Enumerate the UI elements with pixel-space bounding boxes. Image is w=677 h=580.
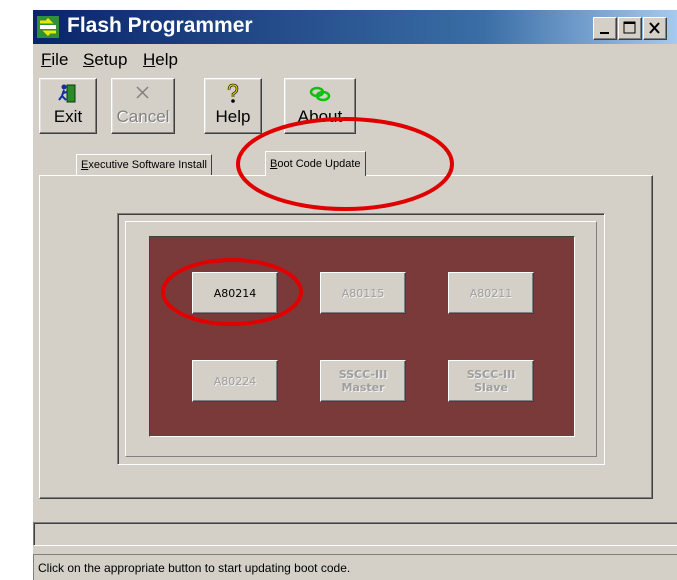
maximize-icon (623, 21, 636, 34)
minimize-button[interactable] (593, 17, 617, 40)
cancel-button[interactable]: Cancel (111, 78, 175, 134)
tab-executive-software-install[interactable]: Executive Software Install (76, 154, 212, 175)
help-label: Help (215, 107, 251, 126)
boot-button-sscc-iii-slave[interactable]: SSCC-III Slave (448, 360, 534, 402)
about-label: About (297, 107, 343, 126)
menu-setup[interactable]: Setup (83, 50, 127, 70)
boot-button-a80211[interactable]: A80211 (448, 272, 534, 314)
exit-label: Exit (53, 107, 83, 126)
exit-icon (40, 82, 96, 106)
cancel-label: Cancel (116, 107, 170, 126)
minimize-icon (600, 32, 609, 34)
about-button[interactable]: About (284, 78, 356, 134)
boot-button-a80115[interactable]: A80115 (320, 272, 406, 314)
window-title: Flash Programmer (67, 14, 253, 37)
cancel-x-icon (112, 82, 174, 106)
progress-bar (33, 522, 677, 546)
flash-programmer-window: Flash Programmer File Setup Help Exit Ca… (33, 10, 677, 580)
close-icon (649, 22, 660, 34)
boot-button-a80224[interactable]: A80224 (192, 360, 278, 402)
question-mark-icon (205, 82, 261, 106)
boot-button-sscc-iii-master[interactable]: SSCC-III Master (320, 360, 406, 402)
title-bar[interactable]: Flash Programmer (33, 10, 677, 44)
exit-button[interactable]: Exit (39, 78, 97, 134)
flash-programmer-app-icon (37, 16, 59, 38)
help-button[interactable]: Help (204, 78, 262, 134)
menu-file[interactable]: File (41, 50, 68, 70)
close-button[interactable] (643, 17, 667, 40)
tab-boot-code-update[interactable]: Boot Code Update (265, 151, 366, 176)
menu-bar: File Setup Help (33, 46, 677, 72)
boot-button-a80214[interactable]: A80214 (192, 272, 278, 314)
toolbar: Exit Cancel Help About (33, 78, 677, 136)
status-bar: Click on the appropriate button to start… (33, 554, 677, 580)
boot-code-button-panel: A80214 A80115 A80211 A80224 SSCC-III Mas… (149, 236, 575, 437)
maximize-button[interactable] (618, 17, 642, 40)
about-link-icon (285, 82, 355, 106)
menu-help[interactable]: Help (143, 50, 178, 70)
